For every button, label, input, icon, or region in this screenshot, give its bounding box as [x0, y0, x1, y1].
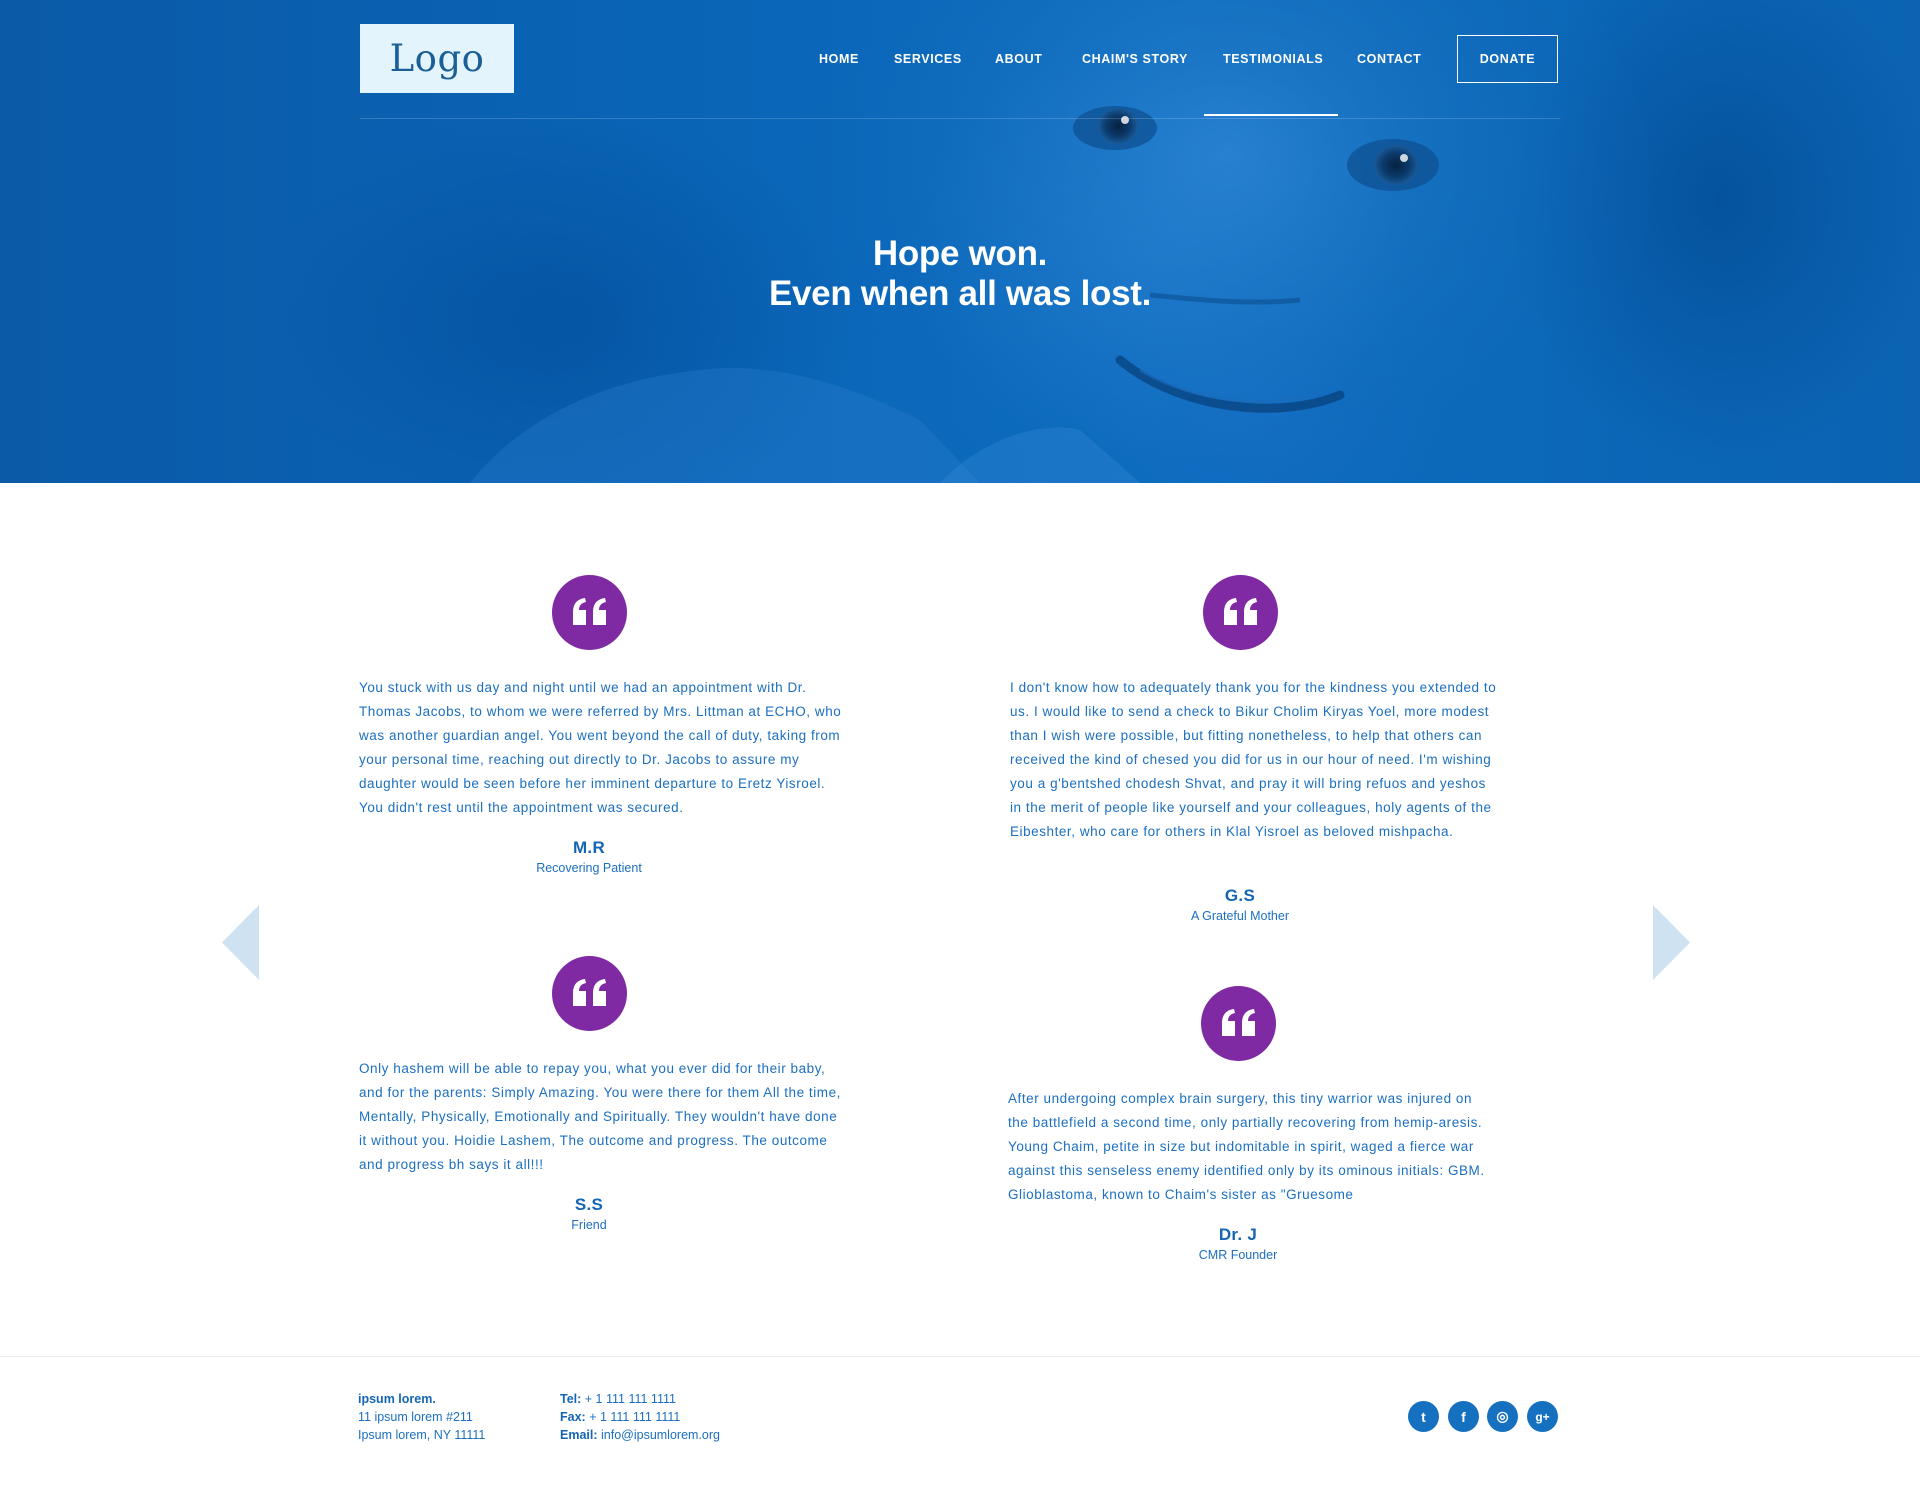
- footer-address-line-1: 11 ipsum lorem #211: [358, 1410, 473, 1424]
- quote-icon: [552, 956, 627, 1031]
- quote-icon: [1201, 986, 1276, 1061]
- tel-label: Tel:: [560, 1392, 582, 1406]
- instagram-icon[interactable]: ◎: [1487, 1401, 1518, 1432]
- email-link[interactable]: info@ipsumlorem.org: [601, 1428, 720, 1442]
- nav-about[interactable]: ABOUT: [995, 52, 1042, 66]
- testimonial-name: M.R: [572, 838, 606, 857]
- testimonial-text: After undergoing complex brain surgery, …: [1008, 1091, 1485, 1202]
- nav-home[interactable]: HOME: [819, 52, 859, 66]
- hero-headline: Hope won. Even when all was lost.: [660, 234, 1260, 314]
- next-arrow-icon[interactable]: [1653, 905, 1690, 980]
- prev-arrow-icon[interactable]: [222, 905, 259, 980]
- footer-org-name: ipsum lorem.: [358, 1392, 436, 1406]
- testimonial-name: Dr. J: [1218, 1225, 1258, 1244]
- fax-label: Fax:: [560, 1410, 586, 1424]
- logo[interactable]: Logo: [360, 24, 514, 93]
- testimonial-text: I don't know how to adequately thank you…: [1010, 680, 1497, 839]
- hero-banner: Logo HOME SERVICES ABOUT CHAIM'S STORY T…: [0, 0, 1920, 483]
- hero-line-1: Hope won.: [872, 234, 1048, 273]
- nav-active-indicator: [1204, 114, 1338, 116]
- testimonial-name: G.S: [1224, 886, 1256, 905]
- nav-divider: [360, 118, 1560, 119]
- quote-icon: [1203, 575, 1278, 650]
- donate-button[interactable]: DONATE: [1457, 35, 1558, 83]
- footer-address-line-2: Ipsum lorem, NY 11111: [358, 1428, 486, 1442]
- testimonial-text: Only hashem will be able to repay you, w…: [359, 1061, 841, 1172]
- testimonial-role: Recovering Patient: [536, 861, 642, 875]
- tel-value[interactable]: + 1 111 111 1111: [585, 1392, 676, 1406]
- fax-value: + 1 111 111 1111: [589, 1410, 681, 1424]
- footer-contact: Tel: + 1 111 111 1111 Fax: + 1 111 111 1…: [560, 1390, 720, 1444]
- nav-contact[interactable]: CONTACT: [1357, 52, 1421, 66]
- hero-line-2: Even when all was lost.: [768, 274, 1152, 313]
- nav-services[interactable]: SERVICES: [894, 52, 962, 66]
- google-plus-icon[interactable]: g+: [1527, 1401, 1558, 1432]
- testimonial-role: Friend: [571, 1218, 607, 1232]
- twitter-icon[interactable]: t: [1408, 1401, 1439, 1432]
- testimonial-name: S.S: [574, 1195, 604, 1214]
- footer-divider: [0, 1356, 1920, 1357]
- testimonial-text: You stuck with us day and night until we…: [359, 680, 842, 815]
- testimonial-role: A Grateful Mother: [1191, 909, 1289, 923]
- footer-address: ipsum lorem. 11 ipsum lorem #211 Ipsum l…: [358, 1390, 485, 1444]
- nav-chaims-story[interactable]: CHAIM'S STORY: [1082, 52, 1188, 66]
- logo-text: Logo: [389, 37, 485, 80]
- quote-icon: [552, 575, 627, 650]
- nav-testimonials[interactable]: TESTIMONIALS: [1223, 52, 1323, 66]
- facebook-icon[interactable]: f: [1448, 1401, 1479, 1432]
- email-label: Email:: [560, 1428, 598, 1442]
- testimonial-role: CMR Founder: [1198, 1248, 1278, 1262]
